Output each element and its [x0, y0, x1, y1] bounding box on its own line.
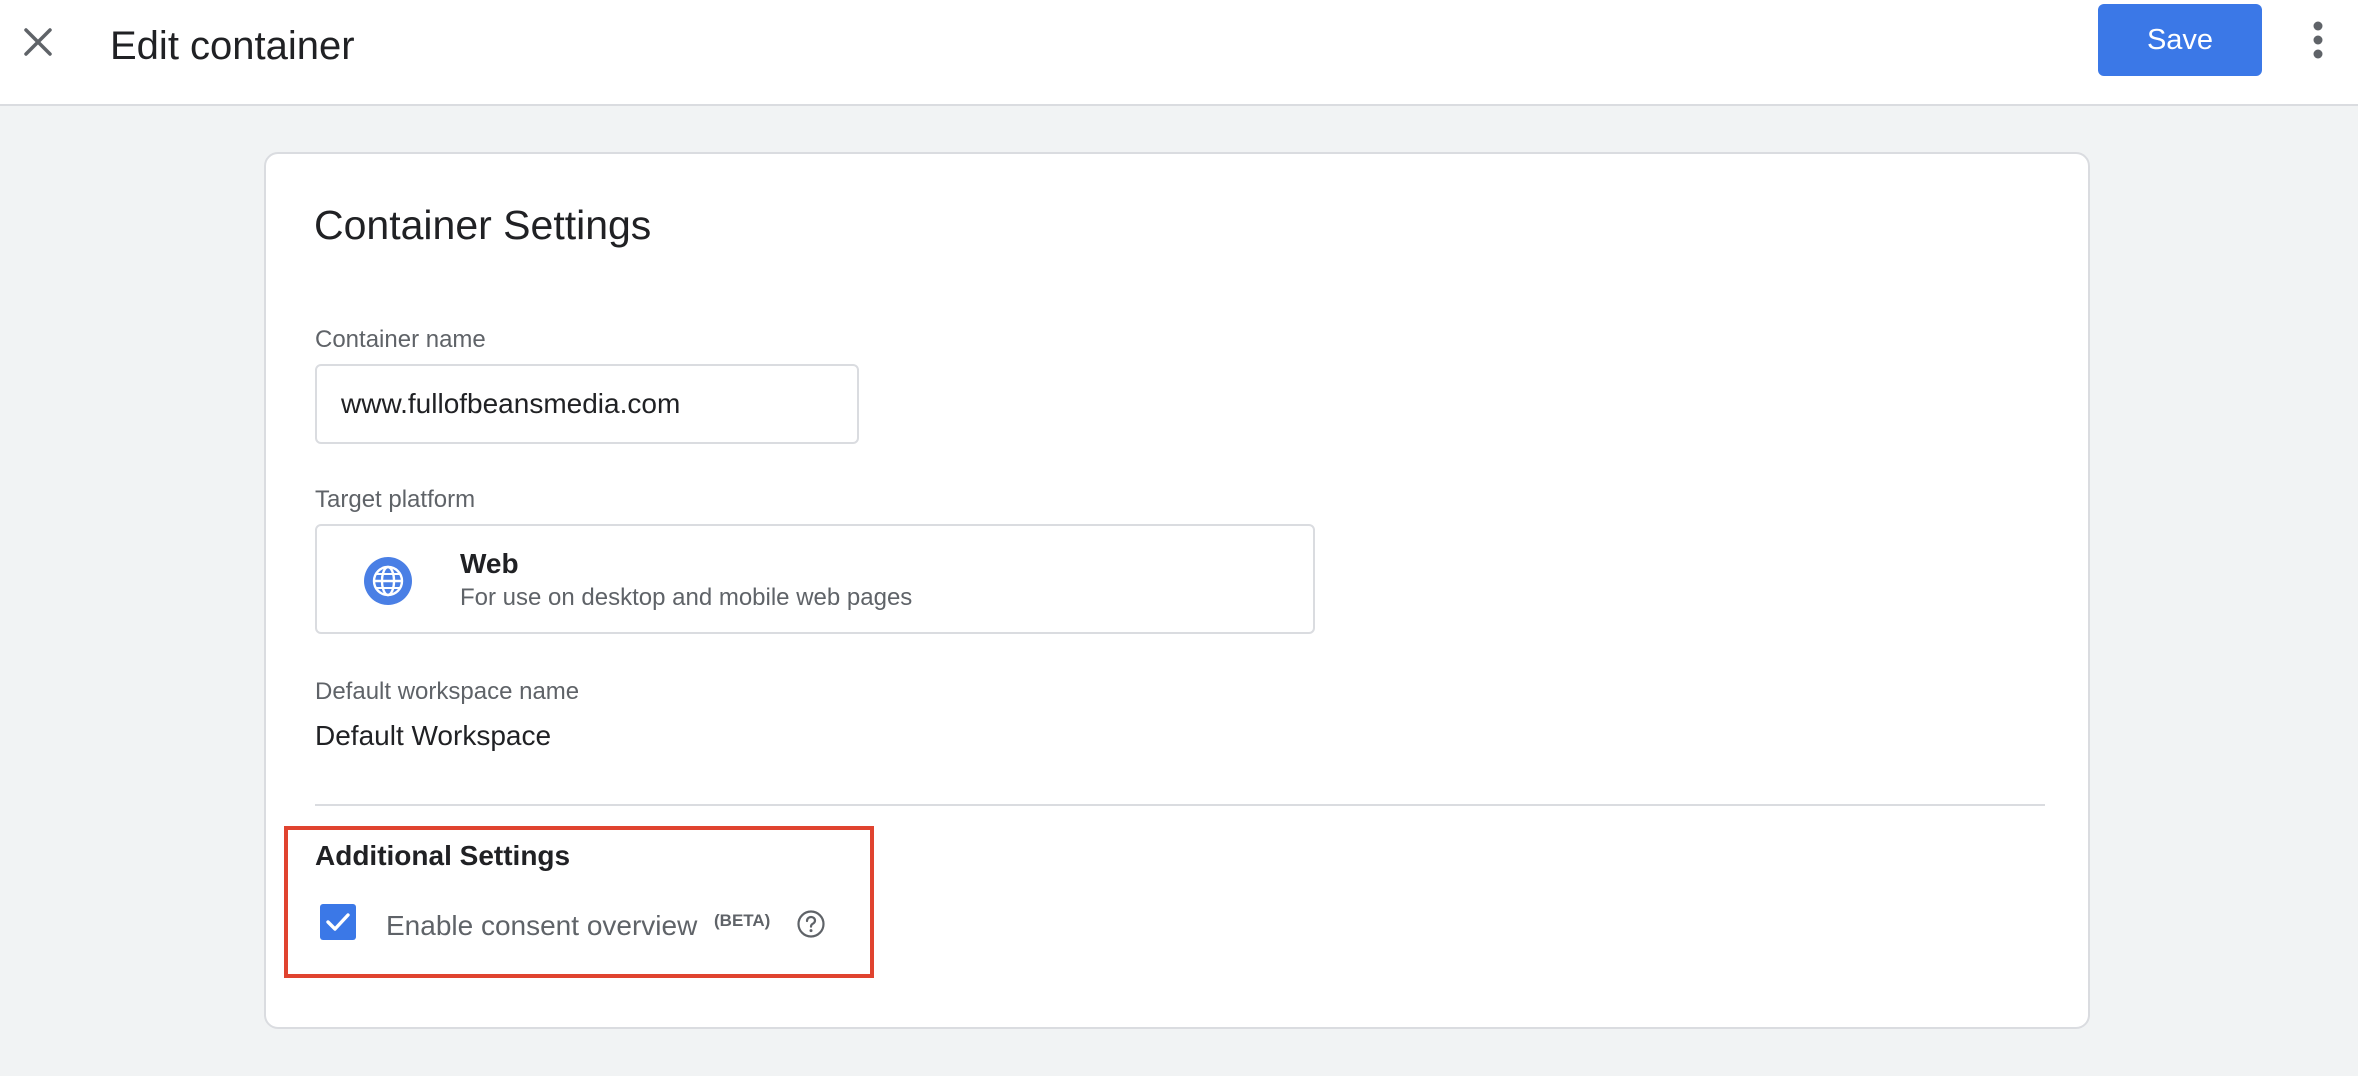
page-title: Edit container	[110, 24, 355, 68]
globe-icon	[364, 557, 412, 605]
container-name-value: www.fullofbeansmedia.com	[341, 388, 681, 419]
container-name-input[interactable]: www.fullofbeansmedia.com	[315, 364, 859, 444]
consent-overview-checkbox[interactable]	[320, 904, 356, 940]
container-settings-card: Container Settings Container name www.fu…	[264, 152, 2090, 1029]
top-app-bar: Edit container Save	[0, 0, 2358, 106]
container-name-label: Container name	[315, 326, 486, 353]
target-platform-option[interactable]: Web For use on desktop and mobile web pa…	[315, 524, 1315, 634]
beta-tag: (BETA)	[714, 911, 771, 930]
target-platform-label: Target platform	[315, 486, 476, 513]
consent-overview-label: Enable consent overview	[386, 910, 698, 941]
card-title: Container Settings	[314, 202, 652, 248]
section-divider	[315, 804, 2045, 806]
save-button[interactable]: Save	[2098, 4, 2262, 76]
help-circle-icon[interactable]	[796, 909, 826, 939]
more-options-button[interactable]	[2300, 14, 2336, 66]
close-icon	[24, 28, 52, 56]
workspace-name-label: Default workspace name	[315, 678, 580, 705]
workspace-name-value: Default Workspace	[315, 720, 552, 751]
checkmark-icon	[326, 913, 350, 931]
more-vert-icon	[2313, 21, 2323, 59]
close-button[interactable]	[14, 18, 62, 66]
platform-name: Web	[460, 548, 519, 579]
platform-description: For use on desktop and mobile web pages	[460, 584, 913, 611]
additional-settings-title: Additional Settings	[315, 840, 571, 871]
